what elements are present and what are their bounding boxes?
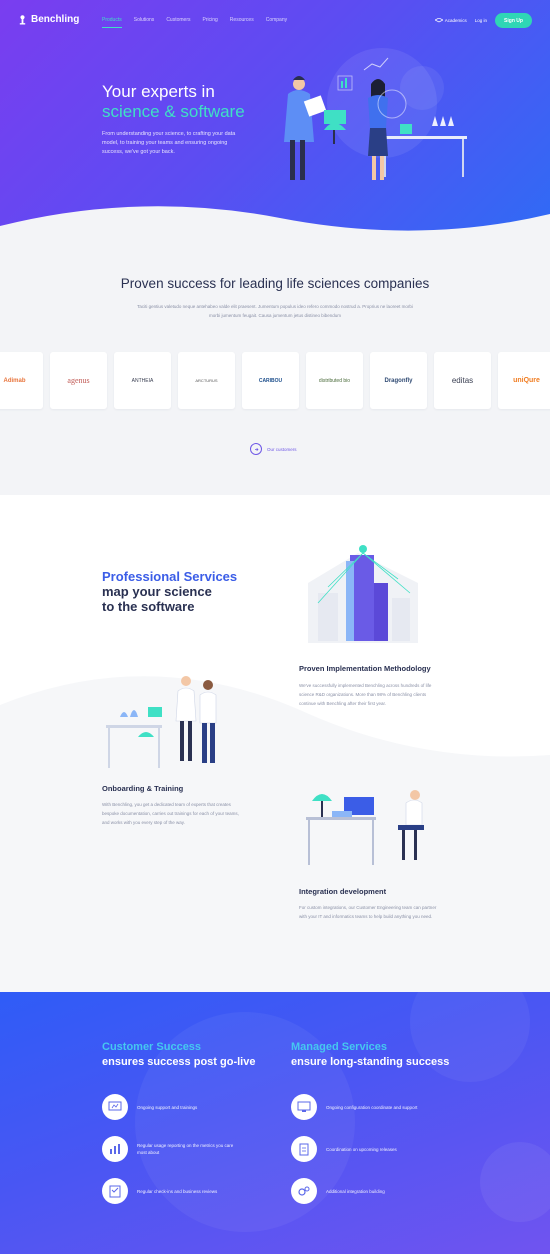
hero-description: From understanding your science, to craf… [102, 131, 236, 155]
chart-report-icon [102, 1136, 128, 1162]
cs-item: Ongoing support and trainings [102, 1094, 237, 1120]
nav-link-solutions[interactable]: Solutions [134, 17, 155, 28]
cs-item-text: Ongoing support and trainings [137, 1104, 198, 1110]
hero-title-line1: Your experts in [102, 82, 215, 101]
nav-right: Academics Log in Sign Up [434, 13, 532, 28]
proven-description: Taciti gentius valetudo neque antehabeo … [137, 304, 413, 318]
customer-logo-text: distributed bio [318, 377, 351, 384]
service-heading: Onboarding & Training [102, 784, 184, 793]
nav-link-products[interactable]: Products [102, 17, 122, 28]
our-customers-link[interactable]: Our customers [250, 443, 297, 455]
graduation-cap-icon [434, 18, 443, 23]
customer-logo-card[interactable]: ANTHEIA [114, 352, 171, 409]
ms-item: Coordination on upcoming releases [291, 1136, 426, 1162]
managed-services-title-accent: Managed Services [291, 1041, 387, 1053]
customer-success-title: Customer Success ensures success post go… [102, 1040, 255, 1070]
customer-logo-text: editas [451, 376, 474, 385]
hero-title: Your experts in science & software [102, 82, 245, 122]
customer-logo-card[interactable]: Dragonfly [370, 352, 427, 409]
logo-text: Benchling [31, 14, 80, 25]
nav-link-pricing[interactable]: Pricing [203, 17, 218, 28]
arrow-right-icon [250, 443, 262, 455]
customer-logo-text: Adimab [3, 377, 26, 384]
signup-button[interactable]: Sign Up [495, 13, 532, 28]
customer-logo-card[interactable]: agenus [50, 352, 107, 409]
training-illustration [106, 676, 217, 768]
managed-services-title: Managed Services ensure long-standing su… [291, 1040, 449, 1070]
academics-link[interactable]: Academics [434, 18, 467, 23]
service-body: With Benchling, you get a dedicated team… [102, 802, 239, 825]
ms-item: Additional integration building [291, 1178, 426, 1204]
hero-title-line2: science & software [102, 102, 245, 121]
academics-label: Academics [444, 18, 467, 23]
top-nav: Benchling Products Solutions Customers P… [0, 0, 550, 40]
document-icon [291, 1136, 317, 1162]
services-title-accent: Professional Services [102, 569, 238, 584]
hero-scientists-illustration [284, 48, 467, 180]
customer-logo-card[interactable]: Adimab [0, 352, 43, 409]
service-body: We've successfully implemented Benchling… [299, 683, 432, 706]
nav-link-resources[interactable]: Resources [230, 17, 254, 28]
gears-icon [291, 1178, 317, 1204]
managed-services-title-line2: ensure long-standing success [291, 1056, 450, 1068]
customer-success-title-line2: ensures success post go-live [102, 1056, 256, 1068]
customer-logo-text: ARCTURUS [195, 378, 218, 383]
cs-item: Regular check-ins and business reviews [102, 1178, 237, 1204]
customer-logo-text: Dragonfly [384, 377, 413, 384]
services-title-line2: map your science [102, 584, 212, 599]
service-body: For custom integrations, our Customer En… [299, 905, 437, 919]
nav-link-customers[interactable]: Customers [166, 17, 190, 28]
presentation-icon [102, 1094, 128, 1120]
benchling-logo[interactable]: Benchling [18, 14, 79, 25]
customer-success-title-accent: Customer Success [102, 1041, 202, 1053]
benchling-logo-icon [19, 14, 26, 24]
ms-item-text: Additional integration building [326, 1188, 385, 1194]
customer-logo-card[interactable]: distributed bio [306, 352, 363, 409]
services-background-shape [0, 676, 550, 992]
ms-item-text: Ongoing configuration coordinate and sup… [326, 1104, 418, 1110]
customer-logo-card[interactable]: ARCTURUS [178, 352, 235, 409]
cs-item-text: Regular check-ins and business reviews [137, 1188, 218, 1194]
integration-illustration [306, 790, 424, 865]
hero-section: Benchling Products Solutions Customers P… [0, 0, 550, 240]
customer-logo-text: uniQure [513, 377, 540, 384]
success-services-section: Customer Success ensures success post go… [0, 992, 550, 1254]
proven-title: Proven success for leading life sciences… [120, 276, 430, 291]
nav-link-company[interactable]: Company [266, 17, 287, 28]
ms-item: Ongoing configuration coordinate and sup… [291, 1094, 426, 1120]
our-customers-label: Our customers [267, 446, 297, 452]
nav-links: Products Solutions Customers Pricing Res… [102, 17, 287, 28]
service-heading: Proven Implementation Methodology [299, 664, 431, 673]
customer-logo-text: ANTHEIA [131, 377, 154, 384]
proven-success-section: Proven success for leading life sciences… [0, 240, 550, 495]
cs-item-text: Regular usage reporting on the metrics y… [137, 1143, 234, 1155]
monitor-icon [291, 1094, 317, 1120]
services-title-line3: to the software [102, 599, 195, 614]
customer-logo-text: CARIBOU [258, 377, 283, 384]
customer-logo-card[interactable]: CARIBOU [242, 352, 299, 409]
customer-logo-card[interactable]: editas [434, 352, 491, 409]
customer-logo-text: agenus [67, 376, 90, 385]
service-heading: Integration development [299, 887, 387, 896]
customer-logos: Adimab agenus ANTHEIA ARCTURUS CARIBOU d… [0, 352, 550, 409]
implementation-building-illustration [308, 545, 418, 643]
customer-logo-card[interactable]: uniQure [498, 352, 550, 409]
checklist-icon [102, 1178, 128, 1204]
cta-background-circles [135, 992, 550, 1232]
ms-item-text: Coordination on upcoming releases [326, 1146, 397, 1152]
login-link[interactable]: Log in [475, 18, 487, 23]
services-title: Professional Services map your science t… [102, 569, 237, 614]
hero-bottom-wave [0, 206, 550, 240]
professional-services-section: Professional Services map your science t… [0, 495, 550, 992]
cs-item: Regular usage reporting on the metrics y… [102, 1136, 237, 1162]
